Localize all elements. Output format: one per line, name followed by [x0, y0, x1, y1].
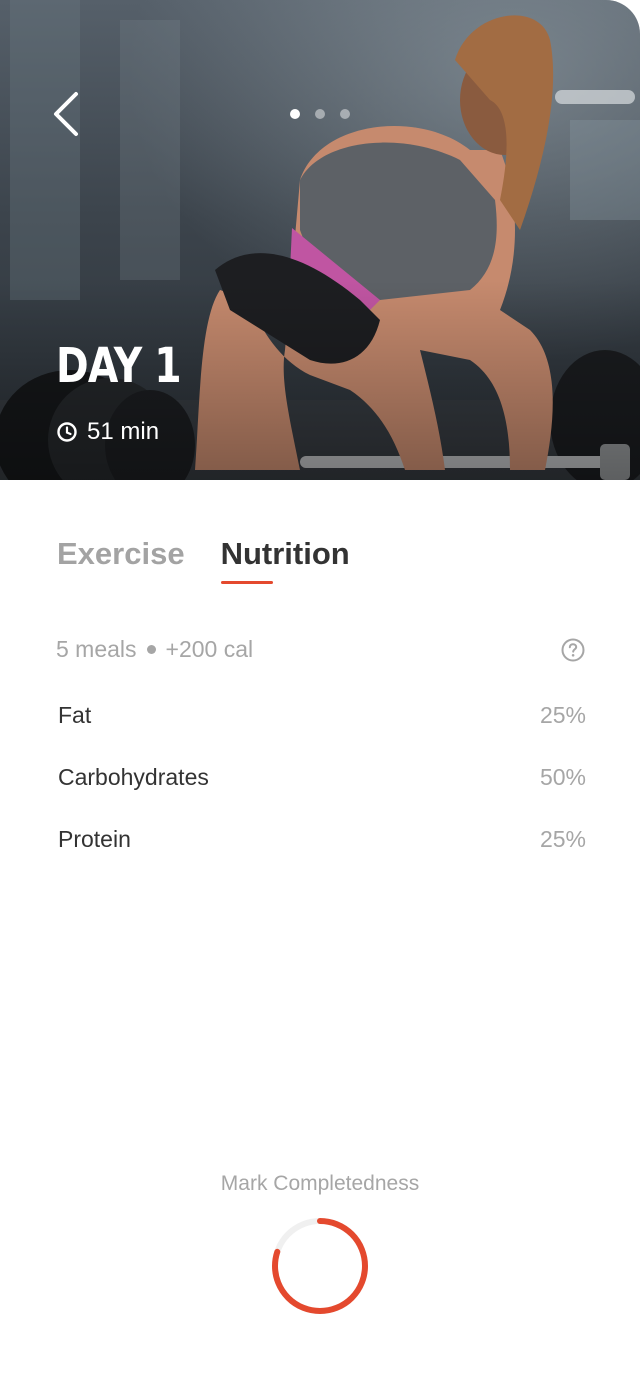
chevron-left-icon	[54, 92, 78, 136]
duration-text: 51 min	[87, 418, 160, 445]
question-circle-icon[interactable]	[560, 637, 586, 663]
tab-nutrition-label: Nutrition	[220, 536, 350, 571]
pager-dot[interactable]	[290, 109, 300, 119]
list-item: Protein 25%	[58, 826, 586, 888]
mark-completedness-label: Mark Completedness	[220, 1172, 420, 1195]
section-tabs: Exercise Nutrition	[57, 536, 350, 584]
workout-duration: 51 min	[56, 418, 159, 446]
tab-exercise[interactable]: Exercise	[57, 536, 185, 572]
macro-value: 25%	[539, 826, 586, 852]
pager-dot[interactable]	[340, 109, 350, 119]
back-button[interactable]	[46, 88, 92, 140]
macro-value: 50%	[539, 764, 586, 790]
bullet-separator	[146, 645, 156, 654]
active-tab-indicator	[220, 581, 273, 584]
pager-dot[interactable]	[315, 109, 325, 119]
nutrition-summary-text: 5 meals +200 cal	[56, 636, 253, 663]
hero-banner: DAY 1 51 min	[0, 0, 640, 480]
macro-name: Fat	[58, 702, 92, 728]
list-item: Carbohydrates 50%	[58, 764, 586, 826]
list-item: Fat 25%	[58, 702, 586, 764]
nutrition-summary: 5 meals +200 cal	[56, 636, 586, 663]
clock-icon	[57, 422, 77, 442]
macro-name: Carbohydrates	[58, 764, 209, 790]
macro-name: Protein	[58, 826, 131, 852]
completion-progress-ring[interactable]	[268, 1214, 372, 1318]
meal-count: 5 meals	[56, 636, 137, 662]
tab-nutrition[interactable]: Nutrition	[220, 536, 350, 584]
calorie-delta: +200 cal	[165, 636, 254, 662]
macro-list: Fat 25% Carbohydrates 50% Protein 25%	[58, 702, 586, 888]
day-title: DAY 1	[56, 338, 182, 394]
image-pager[interactable]	[290, 109, 350, 119]
macro-value: 25%	[539, 702, 586, 728]
